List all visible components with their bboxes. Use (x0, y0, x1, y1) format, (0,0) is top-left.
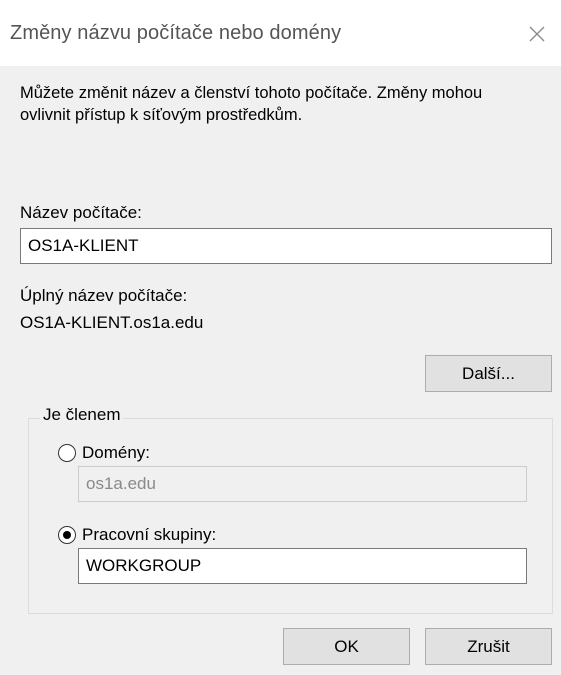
workgroup-radio[interactable] (58, 526, 76, 544)
ok-button[interactable]: OK (283, 628, 410, 665)
dialog-title: Změny názvu počítače nebo domény (10, 22, 342, 44)
cancel-button[interactable]: Zrušit (425, 628, 552, 665)
full-computer-name-value: OS1A-KLIENT.os1a.edu (20, 313, 204, 332)
domain-radio-label[interactable]: Domény: (82, 443, 150, 463)
more-button[interactable]: Další... (425, 355, 552, 392)
member-of-legend: Je členem (40, 405, 124, 425)
change-computer-name-dialog: Změny názvu počítače nebo domény Můžete … (0, 0, 561, 675)
computer-name-input[interactable] (20, 228, 552, 264)
workgroup-radio-label[interactable]: Pracovní skupiny: (82, 525, 216, 545)
domain-radio[interactable] (58, 444, 76, 462)
domain-input[interactable] (78, 466, 527, 502)
intro-text: Můžete změnit název a členství tohoto po… (20, 84, 483, 124)
title-bar: Změny názvu počítače nebo domény (0, 0, 561, 66)
full-computer-name-label: Úplný název počítače: (20, 286, 188, 305)
workgroup-input[interactable] (78, 548, 527, 584)
radio-selected-dot (62, 530, 71, 539)
close-icon[interactable] (521, 18, 553, 50)
computer-name-label: Název počítače: (20, 203, 142, 222)
